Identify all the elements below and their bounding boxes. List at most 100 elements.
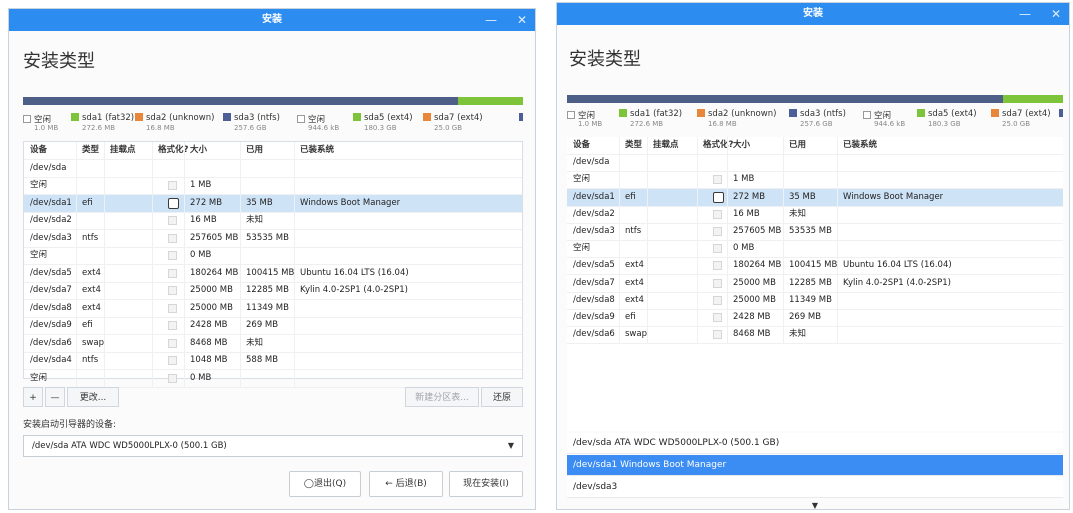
- format-checkbox[interactable]: [168, 268, 177, 278]
- format-checkbox[interactable]: [713, 227, 722, 236]
- remove-partition-button[interactable]: —: [45, 387, 65, 407]
- table-cell-device: /dev/sda: [573, 157, 610, 168]
- format-checkbox[interactable]: [168, 233, 177, 243]
- column-header[interactable]: 已用: [789, 137, 806, 154]
- table-row[interactable]: /dev/sda9 efi 2428 MB 269 MB: [24, 317, 522, 335]
- revert-button[interactable]: 还原: [481, 387, 523, 407]
- minimize-button[interactable]: —: [485, 9, 497, 31]
- format-checkbox[interactable]: [168, 373, 177, 383]
- column-header[interactable]: 格式化?: [703, 137, 733, 154]
- table-row[interactable]: /dev/sda3 ntfs 257605 MB 53535 MB: [567, 223, 1063, 241]
- table-cell-size: 180264 MB: [733, 260, 782, 271]
- quit-button[interactable]: ◯退出(Q): [289, 471, 361, 497]
- dropdown-option[interactable]: /dev/sda ATA WDC WD5000LPLX-0 (500.1 GB): [567, 433, 1063, 454]
- column-divider: [184, 142, 185, 387]
- legend-size: 944.6 kB: [874, 120, 906, 128]
- table-row[interactable]: /dev/sda7 ext4 25000 MB 12285 MB Kylin 4.0-2…: [24, 282, 522, 300]
- column-header[interactable]: 类型: [82, 142, 99, 159]
- table-cell-device: /dev/sda6: [573, 329, 615, 340]
- table-row[interactable]: /dev/sda2 16 MB 未知: [24, 212, 522, 230]
- format-checkbox[interactable]: [168, 181, 177, 190]
- table-row[interactable]: /dev/sda9 efi 2428 MB 269 MB: [567, 309, 1063, 327]
- table-row[interactable]: 空闲 1 MB: [24, 177, 522, 195]
- table-row[interactable]: /dev/sda6 swap 8468 MB 未知: [24, 335, 522, 353]
- format-checkbox[interactable]: [713, 278, 722, 288]
- column-header[interactable]: 类型: [625, 137, 642, 154]
- legend-name: sda3 (ntfs): [234, 113, 280, 123]
- change-partition-button[interactable]: 更改...: [67, 387, 119, 407]
- column-header[interactable]: 已装系统: [300, 142, 334, 159]
- table-row[interactable]: 空闲 0 MB: [567, 240, 1063, 259]
- table-row[interactable]: /dev/sda: [567, 154, 1063, 173]
- format-checkbox[interactable]: [713, 330, 722, 340]
- format-checkbox[interactable]: [168, 303, 177, 313]
- partition-table: 设备 类型 挂载点 格式化? 大小 已用 已装系统/dev/sda 空闲 1 MB/dev/sd…: [567, 137, 1063, 431]
- partition-bar: [567, 95, 1063, 103]
- column-header[interactable]: 已装系统: [843, 137, 877, 154]
- format-checkbox[interactable]: [168, 216, 177, 225]
- legend-swatch: [353, 113, 361, 121]
- table-row[interactable]: /dev/sda4 ntfs 1048 MB 588 MB: [24, 352, 522, 370]
- column-header[interactable]: 大小: [190, 142, 207, 159]
- table-row[interactable]: 空闲 0 MB: [24, 247, 522, 265]
- window-title: 安装: [803, 8, 823, 19]
- scroll-down-arrow-icon[interactable]: ▼: [567, 501, 1063, 509]
- column-header[interactable]: 设备: [573, 137, 590, 154]
- table-row[interactable]: /dev/sda8 ext4 25000 MB 11349 MB: [567, 292, 1063, 310]
- legend-swatch: [619, 109, 627, 117]
- format-checkbox[interactable]: [168, 321, 177, 330]
- table-row[interactable]: /dev/sda7 ext4 25000 MB 12285 MB Kylin 4.0-2…: [567, 275, 1063, 293]
- minimize-button[interactable]: —: [1019, 3, 1031, 25]
- table-cell-used: 35 MB: [789, 191, 816, 202]
- table-row[interactable]: /dev/sda2 16 MB 未知: [567, 206, 1063, 224]
- add-partition-button[interactable]: +: [23, 387, 43, 407]
- table-row[interactable]: /dev/sda5 ext4 180264 MB 100415 MB Ubuntu 16…: [24, 265, 522, 283]
- table-cell-size: 272 MB: [190, 197, 223, 208]
- new-partition-table-button[interactable]: 新建分区表...: [405, 387, 479, 407]
- table-cell-type: ext4: [625, 294, 644, 305]
- table-row[interactable]: /dev/sda1 efi 272 MB 35 MB Windows Boot Mana…: [567, 188, 1063, 207]
- format-checkbox[interactable]: [168, 286, 177, 295]
- format-checkbox[interactable]: [713, 175, 722, 185]
- table-row[interactable]: /dev/sda6 swap 8468 MB 未知: [567, 326, 1063, 345]
- table-row[interactable]: /dev/sda1 efi 272 MB 35 MB Windows Boot Mana…: [24, 194, 522, 213]
- table-row[interactable]: /dev/sda8 ext4 25000 MB 11349 MB: [24, 300, 522, 318]
- column-header[interactable]: 挂载点: [653, 137, 679, 154]
- format-checkbox[interactable]: [713, 295, 722, 305]
- column-header[interactable]: 设备: [30, 142, 47, 159]
- close-button[interactable]: ✕: [517, 9, 527, 31]
- table-cell-device: /dev/sda9: [30, 320, 72, 330]
- format-checkbox[interactable]: [713, 209, 722, 219]
- format-checkbox[interactable]: [713, 244, 722, 254]
- legend-size: 25.0 GB: [434, 124, 463, 132]
- column-header[interactable]: 大小: [733, 137, 750, 154]
- column-divider: [783, 137, 784, 344]
- table-row[interactable]: /dev/sda: [24, 160, 522, 178]
- legend-size: 1.0 MB: [34, 124, 59, 132]
- dropdown-option[interactable]: /dev/sda3: [567, 477, 1063, 498]
- dropdown-option[interactable]: /dev/sda1 Windows Boot Manager: [567, 455, 1063, 476]
- close-button[interactable]: ✕: [1051, 3, 1061, 25]
- table-cell-used: 100415 MB: [246, 267, 295, 278]
- table-cell-used: 100415 MB: [789, 260, 838, 271]
- boot-device-select[interactable]: /dev/sda ATA WDC WD5000LPLX-0 (500.1 GB)…: [23, 435, 523, 457]
- format-checkbox[interactable]: [168, 356, 177, 365]
- table-cell-used: 269 MB: [789, 312, 822, 322]
- table-cell-used: 53535 MB: [789, 226, 832, 236]
- table-row[interactable]: /dev/sda5 ext4 180264 MB 100415 MB Ubuntu 16…: [567, 257, 1063, 276]
- column-header[interactable]: 已用: [246, 142, 263, 159]
- table-row[interactable]: /dev/sda3 ntfs 257605 MB 53535 MB: [24, 230, 522, 248]
- format-checkbox[interactable]: [713, 191, 724, 203]
- format-checkbox[interactable]: [713, 261, 722, 271]
- column-header[interactable]: 挂载点: [110, 142, 136, 159]
- back-button[interactable]: ← 后退(B): [369, 471, 443, 497]
- legend-item: sda3 (ntfs) 257.6 GB: [789, 109, 846, 128]
- table-row[interactable]: 空闲 1 MB: [567, 171, 1063, 190]
- install-now-button[interactable]: 现在安装(I): [449, 471, 523, 497]
- table-cell-device: 空闲: [573, 174, 591, 185]
- table-cell-size: 25000 MB: [733, 277, 776, 288]
- format-checkbox[interactable]: [168, 338, 177, 348]
- format-checkbox[interactable]: [168, 251, 177, 260]
- format-checkbox[interactable]: [713, 313, 722, 322]
- format-checkbox[interactable]: [168, 197, 179, 209]
